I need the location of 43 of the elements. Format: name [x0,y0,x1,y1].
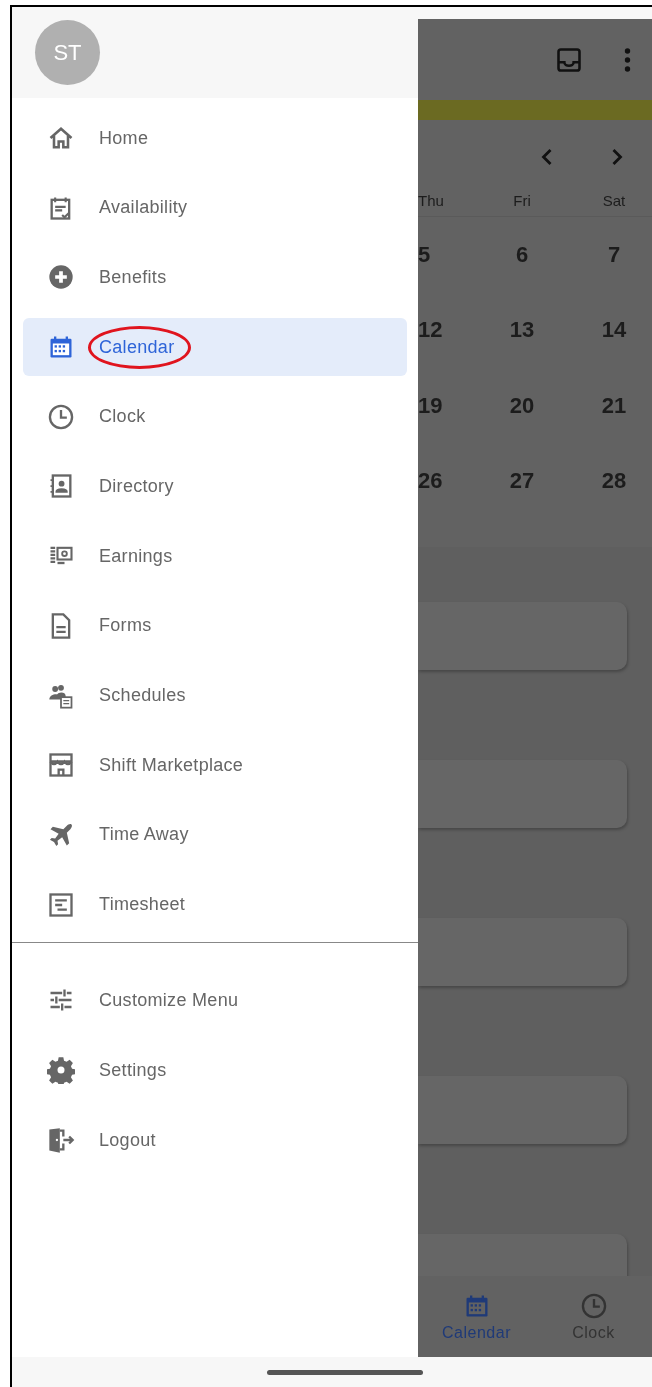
menu-item[interactable]: Clock [23,387,407,446]
clock-icon [579,1291,608,1320]
menu-item[interactable]: Calendar [23,318,407,377]
chevron-right-icon[interactable] [610,147,624,167]
menu-item[interactable]: Home [23,109,407,167]
menu-item[interactable]: Availability [23,178,407,237]
inbox-icon[interactable] [555,45,583,74]
date-cell[interactable]: 6 [468,241,576,268]
plus-circle-icon [47,263,75,292]
date-cell[interactable]: 20 [468,392,576,419]
menu-item[interactable]: Timesheet [23,875,407,934]
menu-item[interactable]: Earnings [23,527,407,586]
date-cell[interactable]: 27 [468,468,576,495]
settings-icon [47,1056,75,1085]
date-cell[interactable]: 14 [576,317,652,344]
list-icon [47,890,75,919]
date-cell[interactable]: 12 [418,317,468,344]
menu-item[interactable]: Settings [23,1041,407,1100]
menu-item[interactable]: Forms [23,596,407,655]
date-cell[interactable]: 28 [576,468,652,495]
storefront-icon [47,751,75,780]
menu-item[interactable]: Directory [23,457,407,516]
clock-icon [47,402,75,431]
home-icon [47,124,75,152]
menu-item[interactable]: Logout [23,1111,407,1170]
weekday-label: Fri [512,191,532,209]
chevron-left-icon[interactable] [540,147,554,167]
door-arrow-icon [47,1126,75,1155]
menu-item[interactable]: Schedules [23,666,407,725]
home-indicator[interactable] [267,1369,423,1375]
date-cell[interactable]: 21 [576,392,652,419]
date-cell[interactable]: 19 [418,392,468,419]
menu-item[interactable]: Shift Marketplace [23,736,407,795]
menu-item[interactable]: Customize Menu [23,971,407,1030]
date-cell[interactable]: 13 [468,317,576,344]
weekday-label: Sat [601,191,627,209]
date-cell[interactable]: 5 [418,241,468,268]
menu-item[interactable]: Time Away [23,805,407,864]
weekday-label: Thu [418,191,445,209]
more-icon[interactable] [623,45,632,74]
date-cell[interactable]: 7 [576,241,652,268]
date-cell[interactable]: 26 [418,468,468,495]
menu-item[interactable]: Benefits [23,248,407,307]
